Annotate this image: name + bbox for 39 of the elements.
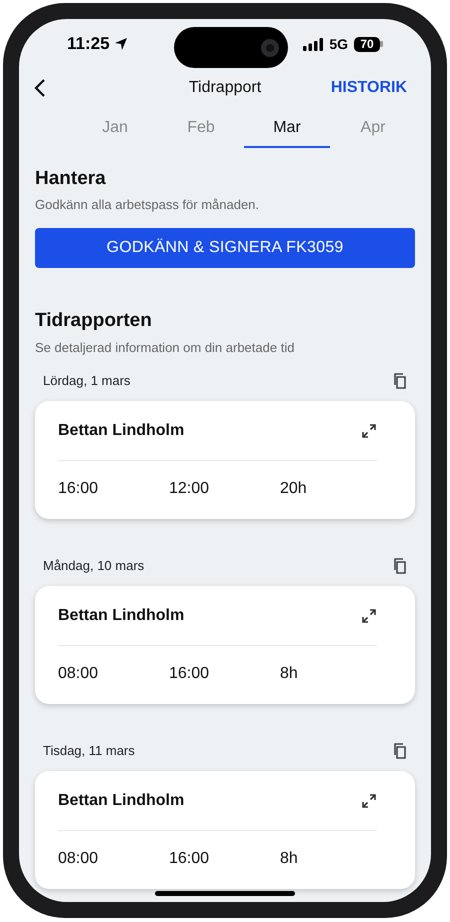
shift-card[interactable]: Bettan Lindholm 08:00 16:00 8h [35,771,415,889]
battery-tip-icon [380,41,383,47]
expand-icon[interactable] [361,608,377,624]
section-title: Tidrapporten [35,308,153,332]
end-time: 12:00 [169,479,210,499]
page-title: Tidrapport [188,78,262,98]
end-time: 16:00 [169,849,210,869]
section-title: Hantera [35,167,107,191]
start-time: 08:00 [58,664,100,684]
day-date: Måndag, 10 mars [43,557,144,576]
status-time: 11:25 [67,33,110,56]
shift-card[interactable]: Bettan Lindholm 08:00 16:00 8h [35,586,415,704]
day-date: Lördag, 1 mars [43,372,130,390]
employee-name: Bettan Lindholm [58,420,184,440]
total-hours: 20h [280,479,307,499]
signal-icon [303,38,324,50]
expand-icon[interactable] [361,422,377,438]
history-link[interactable]: HISTORIK [330,76,407,100]
start-time: 16:00 [58,479,100,499]
shift-card[interactable]: Bettan Lindholm 16:00 12:00 20h [35,401,415,519]
end-time: 16:00 [169,664,210,684]
start-time: 08:00 [58,849,100,869]
location-arrow-icon [114,37,128,51]
camera-lens-icon [260,38,280,58]
day-date: Tisdag, 11 mars [43,742,135,760]
employee-name: Bettan Lindholm [58,790,184,810]
battery-indicator: 70 [354,36,380,52]
section-subtitle: Se detaljerad information om din arbetade tid [35,338,296,357]
employee-name: Bettan Lindholm [58,606,184,626]
total-hours: 8h [280,849,298,869]
month-tab[interactable]: Mar [244,112,330,148]
copy-icon[interactable] [393,373,407,389]
section-subtitle: Godkänn alla arbetspass för månaden. [35,196,260,214]
network-label: 5G [329,34,348,54]
copy-icon[interactable] [393,558,407,574]
expand-icon[interactable] [361,792,377,808]
approve-button[interactable]: GODKÄNN & SIGNERA FK3059 [35,228,415,268]
total-hours: 8h [280,664,298,684]
copy-icon[interactable] [393,743,407,759]
